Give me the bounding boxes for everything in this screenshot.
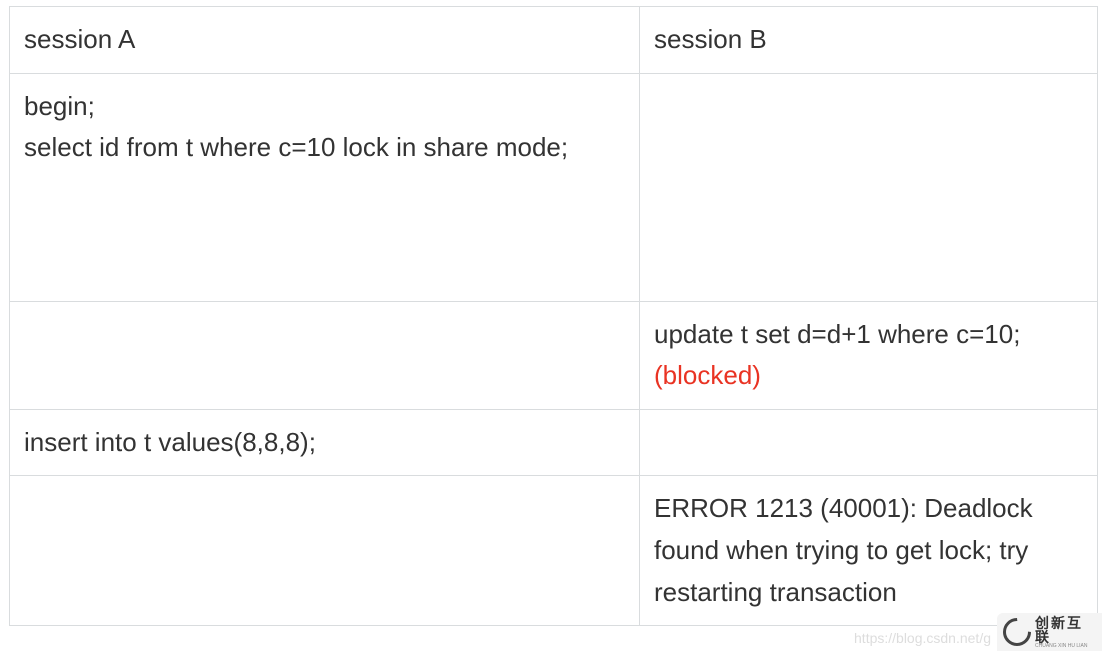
header-session-b: session B [640,7,1098,74]
cell-text: update t set d=d+1 where c=10; [654,314,1083,356]
cell-session-b [640,73,1098,301]
cell-text: select id from t where c=10 lock in shar… [24,127,625,169]
cell-text: insert into t values(8,8,8); [24,422,625,464]
table-row: begin;select id from t where c=10 lock i… [10,73,1098,301]
header-session-a: session A [10,7,640,74]
table-row: update t set d=d+1 where c=10;(blocked) [10,301,1098,409]
cell-session-b [640,409,1098,476]
cell-text: begin; [24,86,625,128]
logo-en-text: CHUANG XIN HU LIAN [1035,644,1096,649]
logo-cn-text: 创新互联 [1035,616,1096,644]
cell-session-b: ERROR 1213 (40001): Deadlock found when … [640,476,1098,626]
logo-badge: 创新互联 CHUANG XIN HU LIAN [997,613,1102,651]
session-table: session A session B begin;select id from… [9,6,1098,626]
table-header-row: session A session B [10,7,1098,74]
cell-text-blocked: (blocked) [654,355,1083,397]
cell-session-a: insert into t values(8,8,8); [10,409,640,476]
table-row: insert into t values(8,8,8); [10,409,1098,476]
logo-text: 创新互联 CHUANG XIN HU LIAN [1035,616,1096,649]
table-row: ERROR 1213 (40001): Deadlock found when … [10,476,1098,626]
watermark-url: https://blog.csdn.net/g [854,630,991,646]
cell-text: ERROR 1213 (40001): Deadlock found when … [654,488,1083,613]
cell-session-b: update t set d=d+1 where c=10;(blocked) [640,301,1098,409]
cell-session-a [10,476,640,626]
logo-icon [1003,618,1031,646]
cell-session-a [10,301,640,409]
cell-session-a: begin;select id from t where c=10 lock i… [10,73,640,301]
